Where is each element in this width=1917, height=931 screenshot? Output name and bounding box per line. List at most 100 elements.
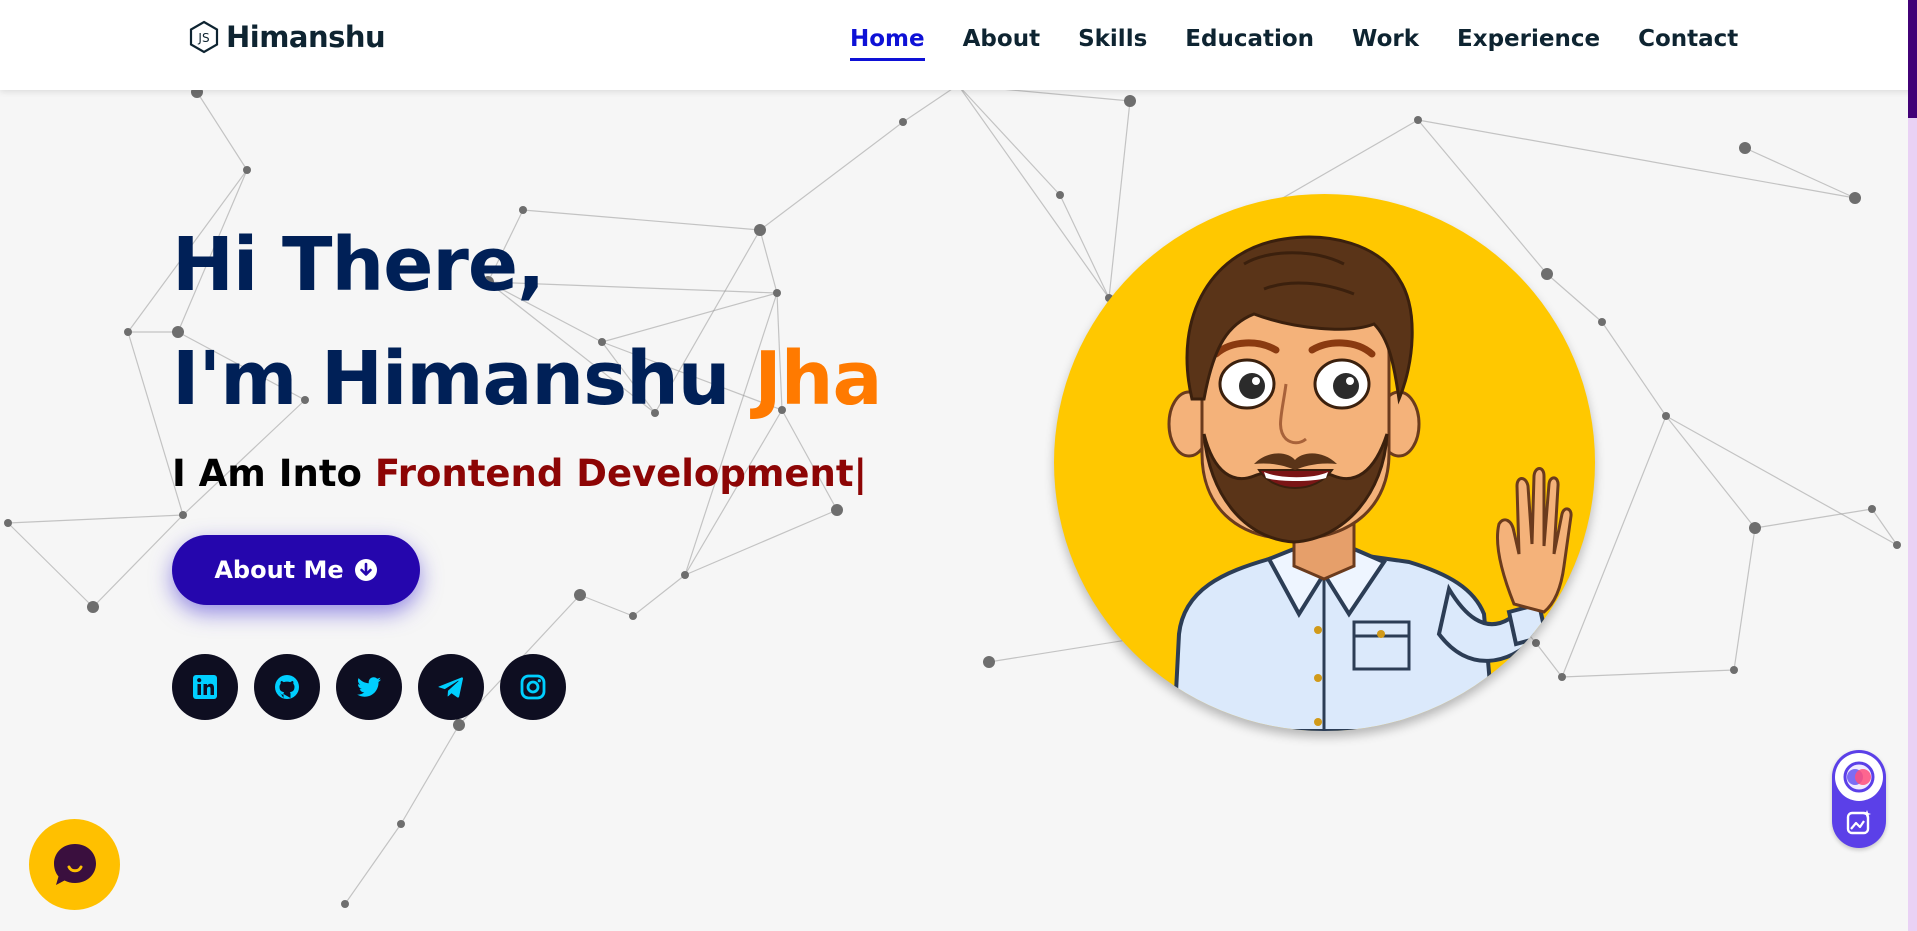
network-node <box>243 166 251 174</box>
network-edge <box>522 209 761 231</box>
network-edge <box>957 84 1110 299</box>
nav-home[interactable]: Home <box>850 26 925 61</box>
svg-text:JS: JS <box>197 31 209 45</box>
assistant-orb-icon <box>1843 761 1875 793</box>
typed-role-line: I Am Into Frontend Development| <box>172 452 867 495</box>
network-edge <box>1733 527 1756 671</box>
network-edge <box>601 292 778 343</box>
network-node <box>1558 673 1566 681</box>
bitmoji-avatar-waving <box>1167 235 1573 731</box>
github-icon <box>275 675 299 699</box>
social-links <box>172 654 566 720</box>
network-node <box>899 118 907 126</box>
floating-assistant-widget <box>1832 750 1886 848</box>
network-node <box>773 289 781 297</box>
network-node <box>574 589 586 601</box>
network-edge <box>632 574 686 617</box>
network-node <box>1730 666 1738 674</box>
hero-name-line: I'm Himanshu Jha <box>172 342 882 416</box>
nav-about[interactable]: About <box>963 26 1040 61</box>
linkedin-link[interactable] <box>172 654 238 720</box>
nodejs-hexagon-icon: JS <box>189 20 219 54</box>
network-edge <box>196 91 248 171</box>
network-edge <box>1417 119 1856 199</box>
network-edge <box>902 84 959 123</box>
scrollbar-track[interactable] <box>1908 0 1917 931</box>
network-edge <box>684 509 838 576</box>
network-node <box>1414 116 1422 124</box>
network-edge <box>1546 273 1603 323</box>
network-node <box>1739 142 1751 154</box>
network-node <box>681 571 689 579</box>
nav-contact[interactable]: Contact <box>1638 26 1738 61</box>
github-link[interactable] <box>254 654 320 720</box>
network-node <box>453 719 465 731</box>
network-node <box>124 328 132 336</box>
image-sparkle-icon[interactable] <box>1845 808 1873 836</box>
twitter-link[interactable] <box>336 654 402 720</box>
linkedin-icon <box>193 675 217 699</box>
brand-logo[interactable]: JS Himanshu <box>188 20 386 54</box>
nav-experience[interactable]: Experience <box>1457 26 1600 61</box>
network-edge <box>1871 508 1898 546</box>
about-me-button[interactable]: About Me <box>172 535 420 605</box>
network-edge <box>1665 415 1756 529</box>
network-node <box>1541 268 1553 280</box>
assistant-orb-button[interactable] <box>1835 753 1883 801</box>
typing-caret: | <box>853 452 868 495</box>
avatar-image <box>1054 194 1595 731</box>
network-node <box>1056 191 1064 199</box>
network-node <box>754 224 766 236</box>
network-node <box>341 900 349 908</box>
network-node <box>831 504 843 516</box>
typed-role: Frontend Development <box>374 452 854 495</box>
telegram-link[interactable] <box>418 654 484 720</box>
hero-name: I'm Himanshu <box>172 336 755 422</box>
network-node <box>1662 412 1670 420</box>
nav-skills[interactable]: Skills <box>1078 26 1147 61</box>
network-edge <box>7 522 94 608</box>
about-me-label: About Me <box>214 556 344 584</box>
instagram-icon <box>520 674 546 700</box>
hero-greeting: Hi There, <box>172 222 545 308</box>
network-node <box>397 820 405 828</box>
network-edge <box>1059 194 1110 299</box>
chat-bubble-icon <box>53 843 96 885</box>
network-node <box>1749 522 1761 534</box>
network-node <box>519 206 527 214</box>
network-edge <box>1108 100 1131 299</box>
network-node <box>1124 95 1136 107</box>
network-node <box>1868 505 1876 513</box>
nav-work[interactable]: Work <box>1352 26 1419 61</box>
network-edge <box>400 724 460 825</box>
network-edge <box>7 514 184 524</box>
chat-widget-button[interactable] <box>29 819 120 910</box>
hero-surname: Jha <box>754 336 882 422</box>
network-node <box>1893 541 1901 549</box>
typed-prefix: I Am Into <box>172 452 375 495</box>
telegram-icon <box>438 677 463 698</box>
network-edge <box>1744 147 1856 199</box>
network-edge <box>759 229 778 294</box>
navbar: JS Himanshu Home About Skills Education … <box>0 0 1917 90</box>
instagram-link[interactable] <box>500 654 566 720</box>
scrollbar-thumb[interactable] <box>1908 0 1917 118</box>
network-edge <box>1535 642 1563 678</box>
network-edge <box>1754 508 1873 529</box>
nav-education[interactable]: Education <box>1185 26 1314 61</box>
network-node <box>179 511 187 519</box>
network-edge <box>1601 321 1667 417</box>
arrow-circle-down-icon <box>354 559 377 581</box>
network-edge <box>759 121 904 231</box>
network-node <box>1849 192 1861 204</box>
brand-name: Himanshu <box>226 20 386 54</box>
network-edge <box>1665 415 1898 546</box>
network-node <box>629 612 637 620</box>
network-edge <box>92 514 184 608</box>
network-node <box>1532 639 1540 647</box>
network-node <box>983 656 995 668</box>
network-edge <box>1561 669 1735 678</box>
network-edge <box>579 594 634 617</box>
nav-links: Home About Skills Education Work Experie… <box>850 26 1776 61</box>
network-edge <box>957 84 1061 196</box>
